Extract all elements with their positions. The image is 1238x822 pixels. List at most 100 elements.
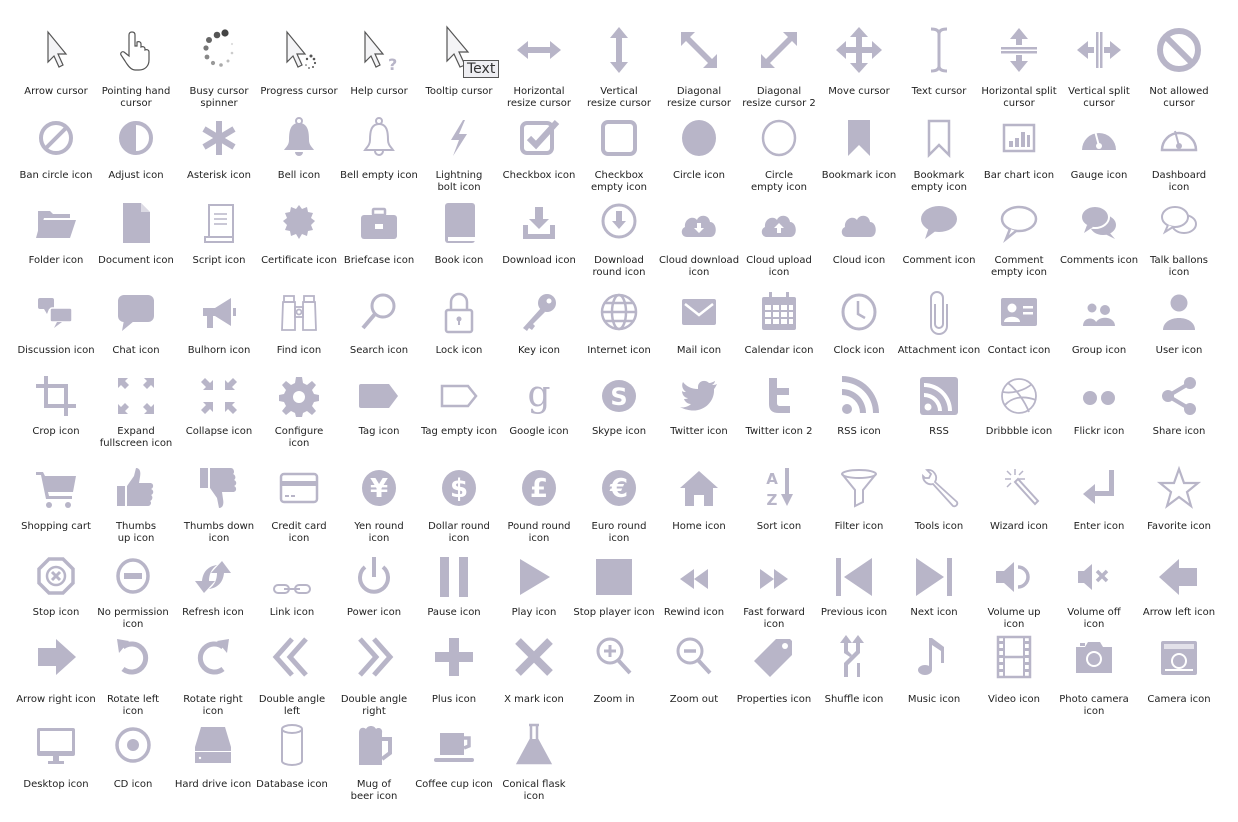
key-icon bbox=[515, 288, 563, 336]
comment-empty-icon bbox=[995, 199, 1043, 247]
gear-icon bbox=[275, 372, 323, 420]
link-icon bbox=[268, 553, 316, 601]
user-icon bbox=[1155, 288, 1203, 336]
binoculars-icon bbox=[275, 288, 323, 336]
cd-icon bbox=[109, 721, 157, 769]
rewind-icon bbox=[670, 553, 718, 601]
bell-empty-icon bbox=[355, 114, 403, 162]
shopping-cart-icon bbox=[32, 464, 80, 512]
cloud-upload-icon bbox=[755, 199, 803, 247]
sort-icon: AZ bbox=[755, 464, 803, 512]
next-icon bbox=[910, 553, 958, 601]
icon-label: Not allowed cursor bbox=[1149, 86, 1209, 109]
horizontal-resize-icon bbox=[515, 26, 563, 74]
paperclip-icon bbox=[915, 288, 963, 336]
dribbble-icon bbox=[995, 372, 1043, 420]
vertical-split-icon bbox=[1075, 26, 1123, 74]
minus-circle-icon bbox=[109, 553, 157, 601]
shuffle-icon bbox=[830, 633, 878, 681]
stop-square-icon bbox=[590, 553, 638, 601]
desktop-icon bbox=[32, 721, 80, 769]
icon-label: Talk ballons icon bbox=[1149, 255, 1209, 278]
credit-card-icon bbox=[275, 464, 323, 512]
dashboard-icon bbox=[1155, 114, 1203, 162]
globe-icon bbox=[595, 288, 643, 336]
tooltip-text-box: Text bbox=[463, 60, 500, 78]
svg-text:?: ? bbox=[388, 55, 397, 74]
rotate-right-icon bbox=[189, 633, 237, 681]
double-angle-left-icon bbox=[268, 633, 316, 681]
tag-icon bbox=[355, 372, 403, 420]
share-icon bbox=[1155, 372, 1203, 420]
dollar-icon: $ bbox=[435, 464, 483, 512]
discussion-icon bbox=[32, 288, 80, 336]
power-icon bbox=[350, 553, 398, 601]
bell-icon bbox=[275, 114, 323, 162]
photo-camera-icon bbox=[1070, 633, 1118, 681]
svg-text:€: € bbox=[609, 474, 628, 504]
svg-text:Z: Z bbox=[767, 491, 778, 509]
icon-label: Share icon bbox=[1152, 426, 1206, 437]
diagonal-resize-2-icon bbox=[755, 26, 803, 74]
flickr-icon bbox=[1075, 372, 1123, 420]
icon-label: User icon bbox=[1155, 345, 1203, 356]
gauge-icon bbox=[1075, 114, 1123, 162]
euro-icon: € bbox=[595, 464, 643, 512]
script-icon bbox=[195, 199, 243, 247]
database-icon bbox=[268, 721, 316, 769]
download-icon bbox=[515, 199, 563, 247]
progress-cursor-icon bbox=[275, 26, 323, 74]
volume-up-icon bbox=[990, 553, 1038, 601]
svg-text:g: g bbox=[527, 374, 550, 415]
svg-text:£: £ bbox=[530, 474, 548, 504]
stop-octagon-icon bbox=[32, 553, 80, 601]
certificate-icon bbox=[275, 199, 323, 247]
pause-icon bbox=[430, 553, 478, 601]
svg-text:¥: ¥ bbox=[370, 474, 388, 504]
coffee-cup-icon bbox=[430, 721, 478, 769]
circle-empty-icon bbox=[755, 114, 803, 162]
zoom-in-icon bbox=[590, 633, 638, 681]
crop-icon bbox=[32, 372, 80, 420]
home-icon bbox=[675, 464, 723, 512]
comment-icon bbox=[915, 199, 963, 247]
checkbox-empty-icon bbox=[595, 114, 643, 162]
not-allowed-icon bbox=[1155, 26, 1203, 74]
flask-icon bbox=[510, 721, 558, 769]
vertical-resize-icon bbox=[595, 26, 643, 74]
icon-label: Conical flask icon bbox=[502, 779, 566, 802]
circle-icon bbox=[675, 114, 723, 162]
volume-off-icon bbox=[1070, 553, 1118, 601]
search-icon bbox=[355, 288, 403, 336]
mail-icon bbox=[675, 288, 723, 336]
magic-wand-icon bbox=[995, 464, 1043, 512]
horizontal-split-icon bbox=[995, 26, 1043, 74]
arrow-left-icon bbox=[1155, 553, 1203, 601]
star-icon bbox=[1155, 464, 1203, 512]
svg-text:$: $ bbox=[450, 474, 468, 504]
briefcase-icon bbox=[355, 199, 403, 247]
ban-circle-icon bbox=[32, 114, 80, 162]
hard-drive-icon bbox=[189, 721, 237, 769]
help-cursor-icon: ? bbox=[355, 26, 403, 74]
busy-spinner-icon bbox=[195, 26, 243, 74]
icon-label: Dashboard icon bbox=[1151, 170, 1207, 193]
tag-empty-icon bbox=[435, 372, 483, 420]
previous-icon bbox=[830, 553, 878, 601]
comments-icon bbox=[1075, 199, 1123, 247]
twitter-bird-icon bbox=[675, 372, 723, 420]
bullhorn-icon bbox=[195, 288, 243, 336]
play-icon bbox=[510, 553, 558, 601]
plus-icon bbox=[430, 633, 478, 681]
document-icon bbox=[112, 199, 160, 247]
rss-icon bbox=[835, 372, 883, 420]
camera-icon bbox=[1155, 633, 1203, 681]
icon-label: Favorite icon bbox=[1147, 521, 1211, 532]
fast-forward-icon bbox=[750, 553, 798, 601]
google-icon: g bbox=[515, 372, 563, 420]
clock-icon bbox=[835, 288, 883, 336]
enter-icon bbox=[1075, 464, 1123, 512]
pointing-hand-cursor-icon bbox=[112, 26, 160, 74]
zoom-out-icon bbox=[670, 633, 718, 681]
talk-balloons-icon bbox=[1155, 199, 1203, 247]
